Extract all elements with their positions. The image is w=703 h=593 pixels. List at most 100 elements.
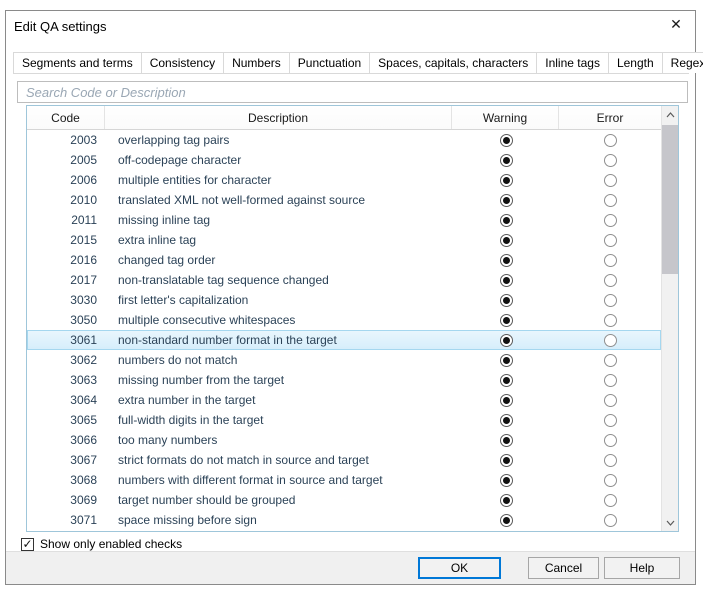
code-cell: 3062	[28, 353, 106, 367]
table-row[interactable]: 3030first letter's capitalization	[27, 290, 661, 310]
warning-radio[interactable]	[500, 154, 513, 167]
edit-qa-settings-dialog: Edit QA settings ✕ Segments and termsCon…	[5, 10, 696, 585]
scrollbar-thumb[interactable]	[662, 125, 679, 274]
error-radio[interactable]	[604, 434, 617, 447]
tab-consistency[interactable]: Consistency	[141, 52, 224, 73]
table-row[interactable]: 3069target number should be grouped	[27, 490, 661, 510]
table-row[interactable]: 2016changed tag order	[27, 250, 661, 270]
code-cell: 3063	[28, 373, 106, 387]
description-cell: changed tag order	[106, 253, 453, 267]
table-row[interactable]: 3067strict formats do not match in sourc…	[27, 450, 661, 470]
error-radio[interactable]	[604, 154, 617, 167]
error-radio[interactable]	[604, 134, 617, 147]
warning-radio[interactable]	[500, 334, 513, 347]
dialog-title: Edit QA settings	[14, 19, 107, 34]
tab-segments-and-terms[interactable]: Segments and terms	[13, 52, 142, 73]
table-row[interactable]: 2015extra inline tag	[27, 230, 661, 250]
tab-inline-tags[interactable]: Inline tags	[536, 52, 609, 73]
table-row[interactable]: 3061non-standard number format in the ta…	[27, 330, 661, 350]
table-row[interactable]: 2011missing inline tag	[27, 210, 661, 230]
warning-radio[interactable]	[500, 414, 513, 427]
close-icon[interactable]: ✕	[661, 11, 691, 37]
table-row[interactable]: 3066too many numbers	[27, 430, 661, 450]
error-radio[interactable]	[604, 494, 617, 507]
table-row[interactable]: 2017non-translatable tag sequence change…	[27, 270, 661, 290]
chevron-up-icon[interactable]	[662, 106, 679, 123]
warning-radio[interactable]	[500, 394, 513, 407]
column-header-code[interactable]: Code	[27, 106, 105, 129]
vertical-scrollbar[interactable]	[661, 106, 678, 531]
error-radio[interactable]	[604, 194, 617, 207]
warning-radio[interactable]	[500, 474, 513, 487]
search-input[interactable]	[17, 81, 688, 103]
tab-spaces-capitals-characters[interactable]: Spaces, capitals, characters	[369, 52, 537, 73]
table-row[interactable]: 2005off-codepage character	[27, 150, 661, 170]
warning-radio[interactable]	[500, 454, 513, 467]
code-cell: 3065	[28, 413, 106, 427]
warning-radio[interactable]	[500, 314, 513, 327]
error-cell	[560, 494, 660, 507]
table-row[interactable]: 2010translated XML not well-formed again…	[27, 190, 661, 210]
description-cell: strict formats do not match in source an…	[106, 453, 453, 467]
table-row[interactable]: 3064extra number in the target	[27, 390, 661, 410]
warning-cell	[453, 374, 560, 387]
warning-radio[interactable]	[500, 514, 513, 527]
button-bar: OK Cancel Help	[6, 551, 695, 584]
cancel-button[interactable]: Cancel	[528, 557, 599, 579]
column-header-description[interactable]: Description	[105, 106, 452, 129]
chevron-down-icon[interactable]	[662, 514, 679, 531]
warning-radio[interactable]	[500, 374, 513, 387]
warning-radio[interactable]	[500, 234, 513, 247]
tab-length[interactable]: Length	[608, 52, 663, 73]
show-only-enabled-checkbox[interactable]: ✓	[21, 538, 34, 551]
error-radio[interactable]	[604, 254, 617, 267]
error-cell	[560, 434, 660, 447]
table-row[interactable]: 3063missing number from the target	[27, 370, 661, 390]
error-radio[interactable]	[604, 334, 617, 347]
error-radio[interactable]	[604, 454, 617, 467]
help-button[interactable]: Help	[604, 557, 680, 579]
warning-radio[interactable]	[500, 134, 513, 147]
column-header-warning[interactable]: Warning	[452, 106, 559, 129]
error-radio[interactable]	[604, 274, 617, 287]
error-radio[interactable]	[604, 234, 617, 247]
error-radio[interactable]	[604, 314, 617, 327]
code-cell: 2016	[28, 253, 106, 267]
table-row[interactable]: 3068numbers with different format in sou…	[27, 470, 661, 490]
error-cell	[560, 314, 660, 327]
error-radio[interactable]	[604, 214, 617, 227]
warning-radio[interactable]	[500, 294, 513, 307]
warning-cell	[453, 234, 560, 247]
column-header-error[interactable]: Error	[559, 106, 661, 129]
error-radio[interactable]	[604, 474, 617, 487]
error-radio[interactable]	[604, 414, 617, 427]
description-cell: missing number from the target	[106, 373, 453, 387]
tab-regex[interactable]: Regex	[662, 52, 703, 73]
error-radio[interactable]	[604, 354, 617, 367]
table-row[interactable]: 3071space missing before sign	[27, 510, 661, 530]
warning-radio[interactable]	[500, 214, 513, 227]
tab-punctuation[interactable]: Punctuation	[289, 52, 370, 73]
warning-radio[interactable]	[500, 194, 513, 207]
error-cell	[560, 254, 660, 267]
tab-numbers[interactable]: Numbers	[223, 52, 290, 73]
error-radio[interactable]	[604, 394, 617, 407]
error-radio[interactable]	[604, 514, 617, 527]
warning-radio[interactable]	[500, 174, 513, 187]
ok-button[interactable]: OK	[418, 557, 501, 579]
error-radio[interactable]	[604, 374, 617, 387]
table-row[interactable]: 2003overlapping tag pairs	[27, 130, 661, 150]
error-radio[interactable]	[604, 294, 617, 307]
warning-radio[interactable]	[500, 434, 513, 447]
table-row[interactable]: 3062numbers do not match	[27, 350, 661, 370]
table-row[interactable]: 3050multiple consecutive whitespaces	[27, 310, 661, 330]
show-only-enabled-row: ✓ Show only enabled checks	[21, 536, 182, 552]
warning-radio[interactable]	[500, 274, 513, 287]
warning-radio[interactable]	[500, 254, 513, 267]
warning-cell	[453, 514, 560, 527]
table-row[interactable]: 2006multiple entities for character	[27, 170, 661, 190]
warning-radio[interactable]	[500, 354, 513, 367]
table-row[interactable]: 3065full-width digits in the target	[27, 410, 661, 430]
error-radio[interactable]	[604, 174, 617, 187]
warning-radio[interactable]	[500, 494, 513, 507]
